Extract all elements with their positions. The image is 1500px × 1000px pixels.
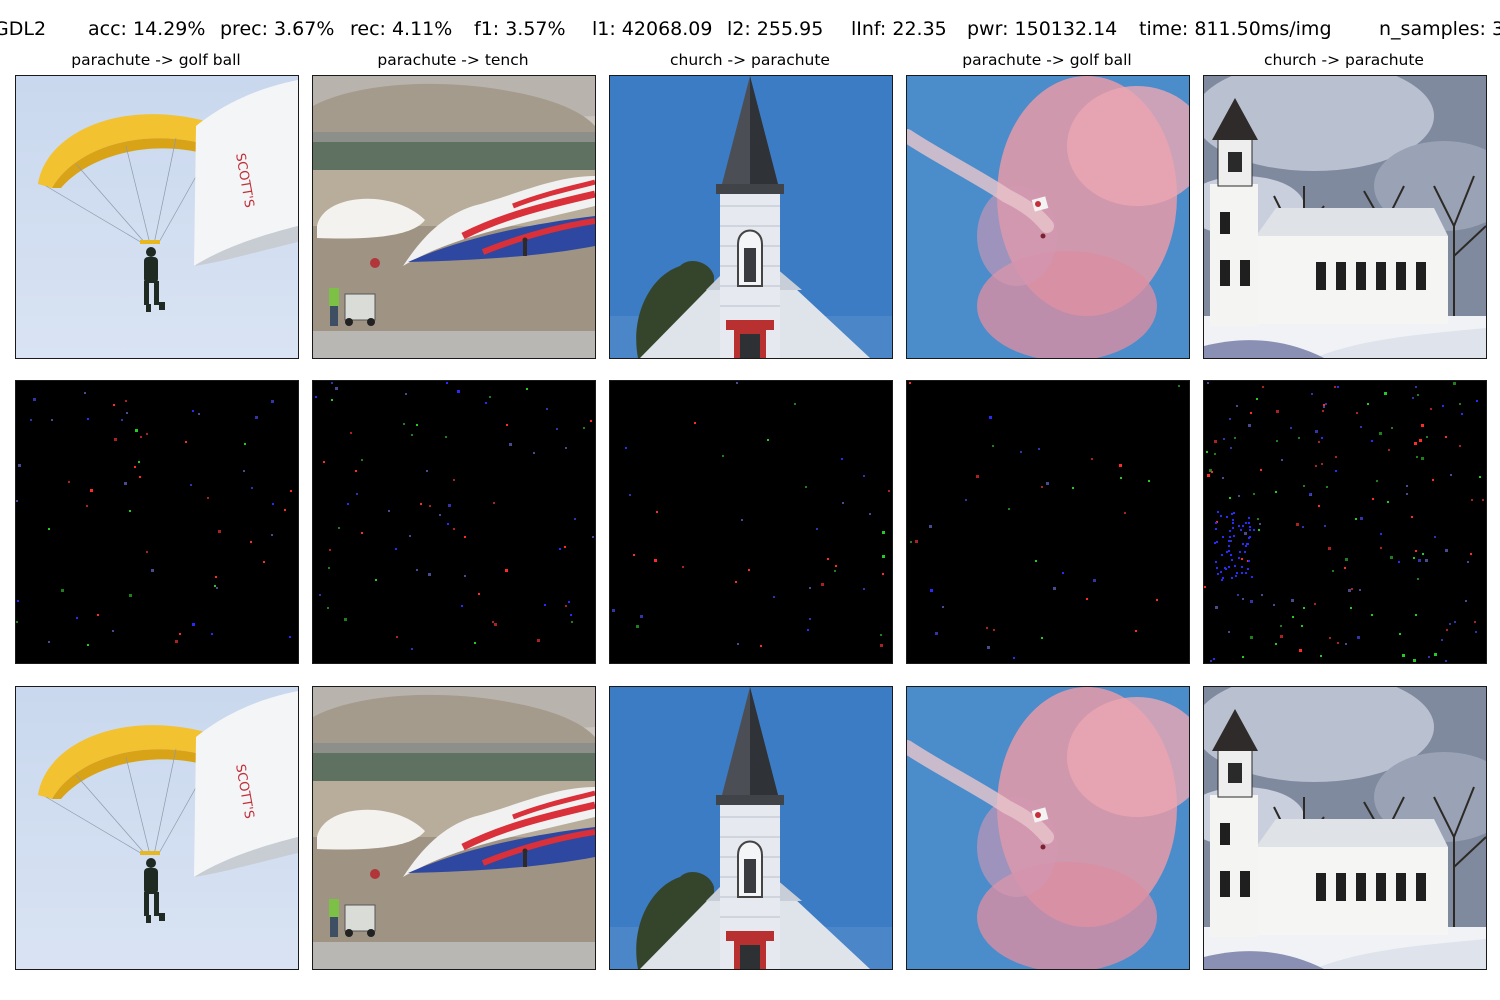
- adversarial-image-1: SCOTT'S: [15, 686, 299, 970]
- landed-parachute-field-image: [313, 687, 595, 969]
- original-image-5: [1203, 75, 1487, 359]
- rec-metric: rec: 4.11%: [350, 18, 453, 40]
- l1-metric: l1: 42068.09: [592, 18, 713, 40]
- perturbation-map-4: [906, 380, 1190, 664]
- adversarial-image-5: [1203, 686, 1487, 970]
- perturbation-map-2: [312, 380, 596, 664]
- skydiver-pink-smoke-image: [907, 687, 1189, 969]
- perturbation-noise: [16, 381, 298, 663]
- church-steeple-image: [610, 687, 892, 969]
- original-image-2: [312, 75, 596, 359]
- acc-metric: acc: 14.29%: [88, 18, 206, 40]
- original-image-3: [609, 75, 893, 359]
- perturbation-map-3: [609, 380, 893, 664]
- adversarial-image-2: [312, 686, 596, 970]
- yellow-parachute-skydiver-image: SCOTT'S: [16, 687, 298, 969]
- perturbation-noise: [907, 381, 1189, 663]
- perturbation-noise: [610, 381, 892, 663]
- column-title: church -> parachute: [1264, 51, 1424, 69]
- skydiver-pink-smoke-image: [907, 76, 1189, 358]
- method-label: GDL2: [0, 18, 47, 40]
- white-church-snow-image: [1204, 687, 1486, 969]
- white-church-snow-image: [1204, 76, 1486, 358]
- column-title: church -> parachute: [670, 51, 830, 69]
- column-title: parachute -> golf ball: [71, 51, 241, 69]
- linf-metric: lInf: 22.35: [851, 18, 947, 40]
- original-image-1: SCOTT'S: [15, 75, 299, 359]
- prec-metric: prec: 3.67%: [220, 18, 335, 40]
- yellow-parachute-skydiver-image: SCOTT'S: [16, 76, 298, 358]
- perturbation-map-5: [1203, 380, 1487, 664]
- perturbation-noise: [313, 381, 595, 663]
- n-samples-metric: n_samples: 3: [1379, 18, 1500, 40]
- time-metric: time: 811.50ms/img: [1139, 18, 1332, 40]
- adversarial-image-3: [609, 686, 893, 970]
- column-title: parachute -> golf ball: [962, 51, 1132, 69]
- original-image-4: [906, 75, 1190, 359]
- landed-parachute-field-image: [313, 76, 595, 358]
- adversarial-image-4: [906, 686, 1190, 970]
- perturbation-noise: [1204, 381, 1486, 663]
- f1-metric: f1: 3.57%: [474, 18, 566, 40]
- l2-metric: l2: 255.95: [727, 18, 824, 40]
- church-steeple-image: [610, 76, 892, 358]
- perturbation-map-1: [15, 380, 299, 664]
- column-title: parachute -> tench: [377, 51, 529, 69]
- pwr-metric: pwr: 150132.14: [967, 18, 1118, 40]
